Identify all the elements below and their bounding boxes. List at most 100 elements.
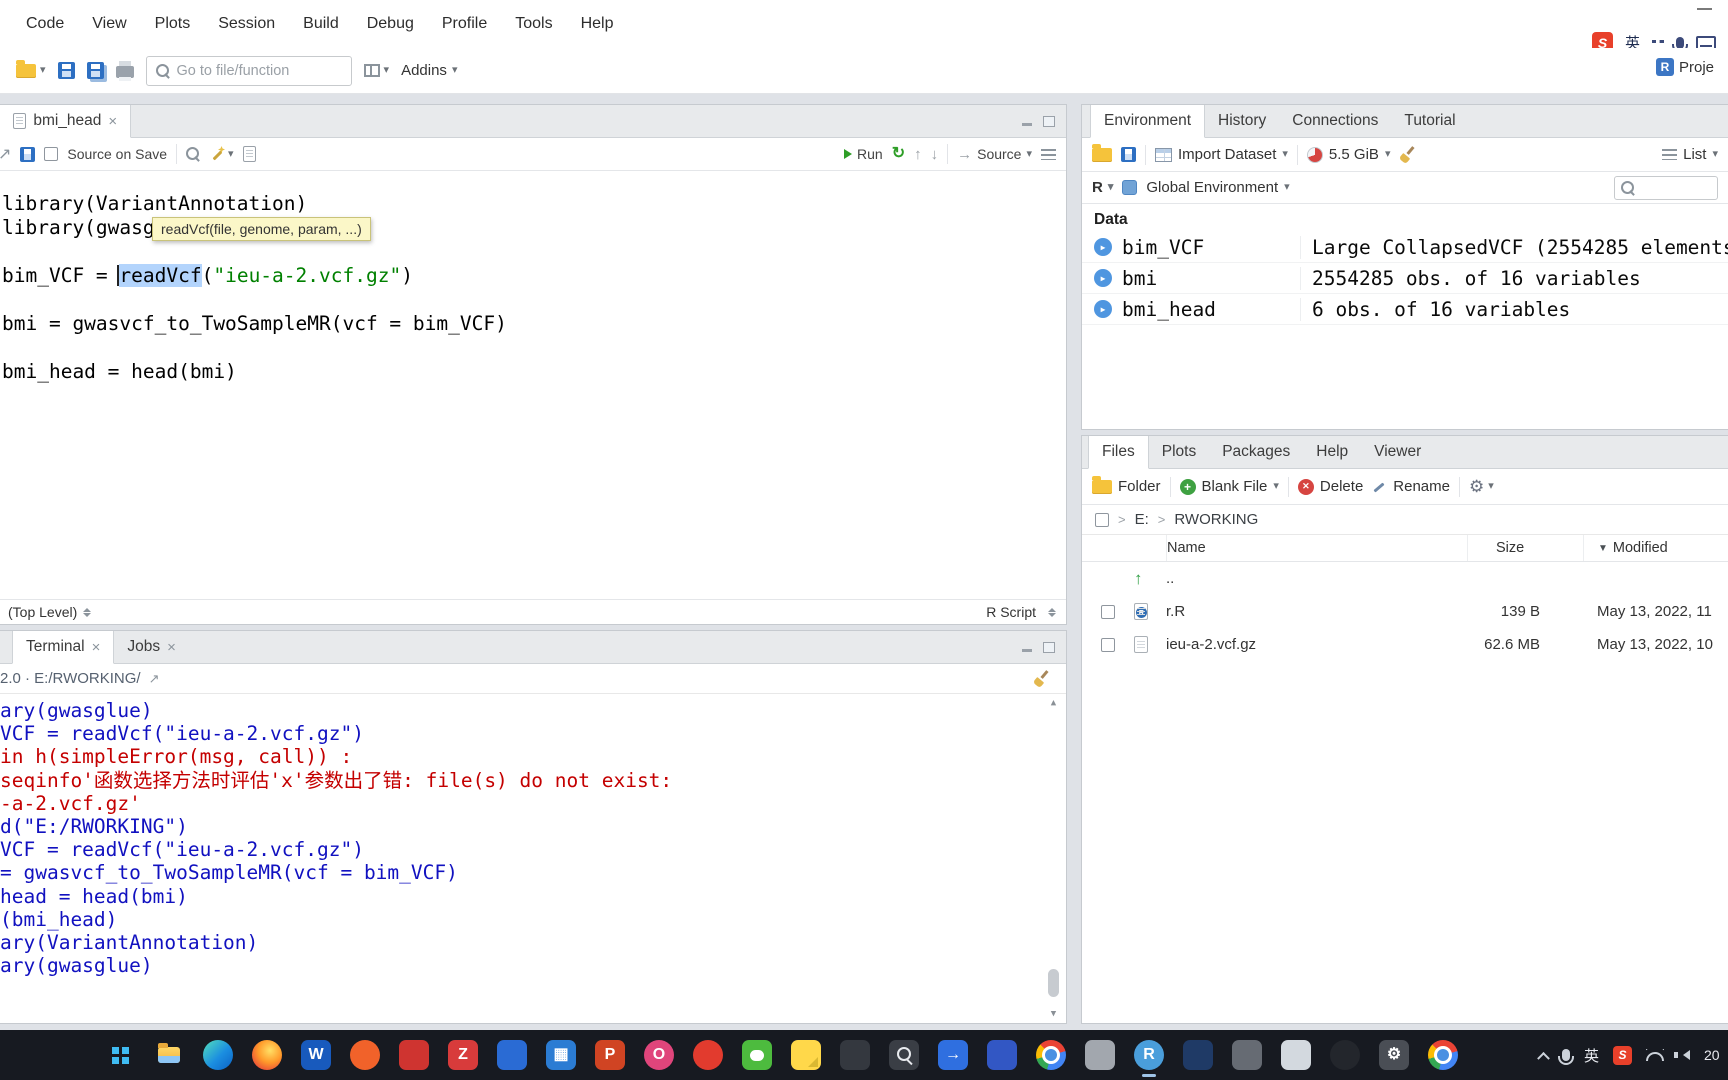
run-button[interactable]: Run — [844, 146, 883, 162]
list-view-button[interactable]: List ▾ — [1662, 146, 1718, 163]
taskbar-app-browser[interactable] — [1428, 1040, 1458, 1070]
save-all-button[interactable] — [86, 62, 104, 79]
clear-console-icon[interactable] — [1033, 671, 1050, 687]
document-type-selector[interactable]: R Script — [986, 604, 1056, 620]
minimize-pane-icon[interactable] — [1021, 116, 1033, 127]
source-button[interactable]: → Source ▾ — [957, 146, 1032, 162]
environment-search-input[interactable] — [1641, 180, 1711, 195]
tab-history[interactable]: History — [1205, 105, 1279, 137]
source-on-save-checkbox[interactable] — [44, 147, 59, 161]
tab-help[interactable]: Help — [1303, 436, 1361, 468]
volume-icon[interactable] — [1674, 1050, 1690, 1060]
file-checkbox[interactable] — [1101, 604, 1115, 619]
pane-layout-button[interactable]: ▾ — [363, 64, 389, 77]
tray-overflow-chevron-icon[interactable] — [1537, 1051, 1550, 1065]
menu-item-view[interactable]: View — [78, 9, 140, 39]
taskbar-app-chrome[interactable] — [1036, 1040, 1066, 1070]
scrollbar-thumb[interactable] — [1048, 969, 1059, 997]
console-scrollbar[interactable]: ▲ ▼ — [1046, 698, 1061, 1019]
taskbar-app-red-circle[interactable] — [693, 1040, 723, 1070]
column-header-name[interactable]: Name — [1166, 535, 1467, 561]
tray-microphone-icon[interactable] — [1557, 1049, 1574, 1065]
taskbar-app-red[interactable] — [399, 1040, 429, 1070]
print-button[interactable] — [115, 60, 134, 81]
taskbar-app-file-explorer[interactable] — [154, 1040, 184, 1070]
save-button[interactable] — [57, 62, 75, 79]
taskbar-start-button[interactable] — [105, 1040, 135, 1070]
taskbar-app-powerpoint[interactable]: P — [595, 1040, 625, 1070]
tab-connections[interactable]: Connections — [1279, 105, 1391, 137]
breadcrumb-folder[interactable]: RWORKING — [1174, 511, 1258, 528]
tab-jobs[interactable]: Jobs × — [114, 631, 189, 663]
go-next-icon[interactable]: ↓ — [931, 147, 939, 162]
delete-file-button[interactable]: ✕ Delete — [1297, 478, 1363, 495]
tab-bmi-head[interactable]: bmi_head × — [0, 105, 132, 138]
file-row[interactable]: ieu-a-2.vcf.gz 62.6 MB May 13, 2022, 10 — [1082, 628, 1728, 661]
maximize-pane-icon[interactable] — [1043, 641, 1055, 653]
load-workspace-icon[interactable] — [1092, 143, 1112, 162]
goto-file-input[interactable] — [176, 62, 342, 79]
new-folder-button[interactable]: Folder — [1092, 475, 1161, 495]
menu-item-build[interactable]: Build — [289, 9, 353, 39]
tab-terminal[interactable]: Terminal × — [12, 631, 115, 664]
menu-item-help[interactable]: Help — [567, 9, 628, 39]
tab-packages[interactable]: Packages — [1209, 436, 1303, 468]
menu-item-plots[interactable]: Plots — [141, 9, 205, 39]
expand-object-icon[interactable]: ▶ — [1094, 269, 1112, 287]
external-link-icon[interactable]: ↗ — [149, 671, 160, 687]
wifi-icon[interactable] — [1646, 1049, 1664, 1061]
code-editor[interactable]: library(VariantAnnotation) library(gwasg… — [0, 171, 1066, 599]
taskbar-app-word[interactable]: W — [301, 1040, 331, 1070]
taskbar-app-gray2[interactable] — [1232, 1040, 1262, 1070]
taskbar-clock[interactable]: 20 — [1704, 1047, 1726, 1063]
taskbar-app-blue2[interactable] — [987, 1040, 1017, 1070]
tray-language-indicator[interactable]: 英 — [1584, 1045, 1599, 1066]
taskbar-app-o[interactable]: O — [644, 1040, 674, 1070]
close-icon[interactable]: × — [167, 639, 176, 656]
tray-sogou-icon[interactable]: S — [1613, 1045, 1632, 1065]
file-name[interactable]: r.R — [1166, 603, 1467, 620]
punctuation-icon[interactable] — [1652, 39, 1664, 43]
menu-item-profile[interactable]: Profile — [428, 9, 501, 39]
environment-search[interactable] — [1614, 175, 1718, 200]
show-in-window-icon[interactable]: ↗ — [0, 144, 11, 164]
taskbar-app-sticky-notes[interactable] — [791, 1040, 821, 1070]
environment-selector[interactable]: Global Environment ▾ — [1146, 179, 1289, 196]
taskbar-app-search[interactable] — [889, 1040, 919, 1070]
addins-button[interactable]: Addins ▾ — [401, 62, 457, 79]
select-all-checkbox[interactable] — [1095, 512, 1109, 527]
save-workspace-icon[interactable] — [1121, 147, 1136, 162]
microphone-icon[interactable] — [1672, 36, 1688, 53]
clear-environment-icon[interactable] — [1399, 147, 1416, 163]
expand-object-icon[interactable]: ▶ — [1094, 300, 1112, 318]
environment-row[interactable]: ▶ bmi 2554285 obs. of 16 variables — [1082, 263, 1728, 294]
environment-row[interactable]: ▶ bim_VCF Large CollapsedVCF (2554285 el… — [1082, 232, 1728, 263]
minimize-window-icon[interactable] — [1697, 8, 1712, 10]
open-file-button[interactable]: ▾ — [16, 59, 46, 78]
compile-report-icon[interactable] — [242, 146, 256, 162]
column-header-modified[interactable]: ▼ Modified — [1583, 535, 1728, 561]
up-directory-icon[interactable]: ↑ — [1134, 569, 1143, 589]
column-header-size[interactable]: Size — [1467, 535, 1583, 561]
taskbar-app-edge[interactable] — [203, 1040, 233, 1070]
taskbar-app-blue[interactable] — [497, 1040, 527, 1070]
tab-environment[interactable]: Environment — [1090, 105, 1206, 138]
language-selector[interactable]: R ▾ — [1092, 179, 1113, 196]
go-previous-icon[interactable]: ↑ — [914, 147, 922, 162]
scope-selector[interactable]: (Top Level) — [8, 604, 92, 620]
tab-files[interactable]: Files — [1088, 436, 1149, 469]
environment-row[interactable]: ▶ bmi_head 6 obs. of 16 variables — [1082, 294, 1728, 325]
taskbar-app-settings[interactable]: ⚙ — [1379, 1040, 1409, 1070]
tab-viewer[interactable]: Viewer — [1361, 436, 1434, 468]
menu-item-debug[interactable]: Debug — [353, 9, 428, 39]
menu-item-session[interactable]: Session — [204, 9, 289, 39]
scroll-down-icon[interactable]: ▼ — [1051, 1009, 1056, 1019]
project-selector[interactable]: R Proje — [1656, 58, 1728, 76]
menu-item-code[interactable]: Code — [12, 9, 78, 39]
breadcrumb-drive[interactable]: E: — [1135, 511, 1149, 528]
taskbar-app-gray[interactable] — [1085, 1040, 1115, 1070]
taskbar-app-wechat[interactable] — [742, 1040, 772, 1070]
goto-file-search[interactable] — [145, 55, 352, 86]
close-icon[interactable]: × — [108, 113, 117, 130]
document-outline-icon[interactable] — [1041, 148, 1056, 160]
